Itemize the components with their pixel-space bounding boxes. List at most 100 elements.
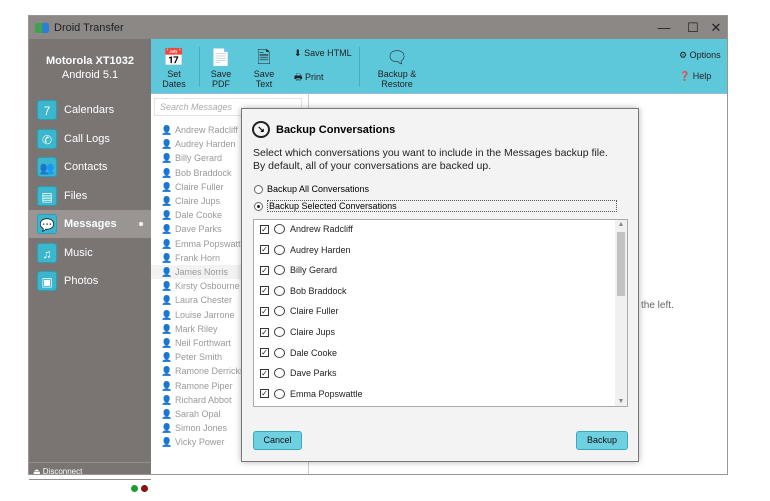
person-icon: 👤 [161, 366, 173, 377]
sidebar-item-photos[interactable]: ▣ Photos [29, 267, 151, 295]
sidebar-item-calendars[interactable]: 7 Calendars [29, 96, 151, 124]
save-pdf-label: Save PDF [210, 69, 232, 89]
checkbox-checked-icon[interactable]: ✓ [260, 389, 269, 399]
pdf-icon: 📄 [210, 48, 232, 67]
battery-icon [33, 485, 45, 492]
person-icon: 👤 [161, 323, 173, 334]
scrollbar-thumb[interactable] [617, 232, 625, 296]
photos-icon: ▣ [37, 271, 57, 291]
scroll-down-icon[interactable]: ▼ [615, 398, 627, 405]
contact-name: Richard Abbot [175, 394, 232, 405]
chat-bubble-icon [274, 265, 285, 276]
status-red-icon [141, 485, 148, 492]
set-dates-button[interactable]: 📅 Set Dates [155, 47, 193, 89]
sidebar-item-messages[interactable]: 💬 Messages [29, 210, 151, 238]
battery-level: 70% [47, 484, 64, 493]
conversation-checkbox-row[interactable]: ✓ Dave Parks [260, 363, 337, 383]
toolbar: 📅 Set Dates 📄 Save PDF 🗎 Save Text ⬇ Save H… [151, 39, 727, 94]
person-icon: 👤 [161, 394, 173, 405]
save-text-label: Save Text [253, 69, 275, 89]
checkbox-checked-icon[interactable]: ✓ [260, 286, 269, 296]
conversation-checkbox-row[interactable]: ✓ Bob Braddock [260, 281, 347, 301]
sidebar-item-label: Call Logs [64, 132, 110, 145]
window-title: Droid Transfer [54, 21, 124, 34]
radio-backup-all[interactable]: Backup All Conversations [254, 184, 369, 194]
save-text-button[interactable]: 🗎 Save Text [245, 47, 283, 89]
cancel-button[interactable]: Cancel [253, 431, 302, 450]
contact-name: Ramone Derricks [175, 366, 245, 377]
contact-name: James Norris [175, 267, 229, 277]
chat-bubble-icon [274, 285, 285, 296]
help-button[interactable]: ❓ Help [679, 71, 711, 82]
scrollbar[interactable]: ▲ ▼ [615, 220, 627, 406]
options-label: Options [689, 50, 721, 60]
person-icon: 👤 [161, 210, 173, 221]
sidebar-item-call-logs[interactable]: ✆ Call Logs [29, 125, 151, 153]
sidebar-item-label: Files [64, 189, 88, 202]
contact-name: Andrew Radcliff [175, 125, 238, 135]
checkbox-checked-icon[interactable]: ✓ [260, 224, 269, 234]
printer-icon: 🖶 [294, 72, 303, 82]
divider [359, 47, 360, 87]
conversation-name: Dale Cooke [290, 347, 338, 358]
contact-name: Sarah Opal [175, 409, 221, 419]
sidebar-item-music[interactable]: ♫ Music [29, 239, 151, 267]
radio-checked-icon [254, 201, 263, 211]
scroll-up-icon[interactable]: ▲ [615, 221, 627, 228]
conversation-checkbox-row[interactable]: ✓ Audrey Harden [260, 240, 351, 260]
backup-restore-label: Backup & Restore [377, 69, 417, 89]
person-icon: 👤 [161, 125, 173, 135]
backup-restore-button[interactable]: 🗨 Backup & Restore [361, 47, 433, 89]
person-icon: 👤 [161, 196, 173, 206]
checkbox-checked-icon[interactable]: ✓ [260, 368, 269, 378]
radio-backup-selected[interactable]: Backup Selected Conversations [254, 200, 617, 212]
sidebar-item-files[interactable]: ▤ Files [29, 182, 151, 210]
divider [199, 47, 200, 87]
disconnect-button[interactable]: ⏏ Disconnect [29, 462, 151, 480]
conversation-checkbox-row[interactable]: ✓ Emma Popswattle [260, 384, 363, 404]
contact-name: Dale Cooke [175, 210, 223, 221]
checkbox-checked-icon[interactable]: ✓ [260, 245, 269, 255]
person-icon: 👤 [161, 153, 173, 164]
selected-indicator [139, 222, 143, 226]
minimize-button[interactable]: — [649, 16, 679, 39]
backup-icon: 🗨 [386, 48, 408, 67]
close-button[interactable]: ✕ [701, 16, 731, 39]
options-button[interactable]: ⚙ Options [679, 50, 721, 61]
conversation-checkbox-row[interactable]: ✓ Andrew Radcliff [260, 220, 353, 239]
sidebar-item-contacts[interactable]: 👥 Contacts [29, 153, 151, 181]
checkbox-checked-icon[interactable]: ✓ [260, 327, 269, 337]
print-button[interactable]: 🖶 Print [294, 70, 324, 86]
contact-name: Kirsty Osbourne [175, 281, 240, 292]
save-html-label: Save HTML [304, 48, 352, 58]
save-pdf-button[interactable]: 📄 Save PDF [203, 47, 239, 89]
dialog-description: Select which conversations you want to i… [253, 147, 608, 172]
dialog-title: Backup Conversations [276, 123, 396, 136]
contact-name: Louise Jarrone [175, 309, 235, 320]
text-file-icon: 🗎 [257, 48, 271, 67]
app-logo-icon [35, 22, 49, 33]
chat-bubble-icon [274, 306, 285, 317]
conversation-name: Emma Popswattle [290, 388, 363, 399]
checkbox-checked-icon[interactable]: ✓ [260, 306, 269, 316]
music-icon: ♫ [37, 242, 57, 263]
checkbox-checked-icon[interactable]: ✓ [260, 265, 269, 275]
radio-label: Backup All Conversations [267, 184, 370, 194]
conversation-checkbox-row[interactable]: ✓ Dale Cooke [260, 343, 337, 363]
calendars-icon: 7 [37, 100, 57, 120]
sidebar: Motorola XT1032 Android 5.1 7 Calendars ✆ C… [29, 39, 151, 493]
conversation-checkbox-row[interactable]: ✓ Claire Jups [260, 322, 335, 342]
checkbox-checked-icon[interactable]: ✓ [260, 348, 269, 358]
title-bar: Droid Transfer — ☐ ✕ [29, 16, 727, 39]
contact-name: Peter Smith [175, 352, 223, 363]
save-html-button[interactable]: ⬇ Save HTML [294, 48, 352, 59]
conversation-checkbox-row[interactable]: ✓ Claire Fuller [260, 301, 339, 321]
backup-button[interactable]: Backup [576, 431, 628, 450]
conversation-checkbox-row[interactable]: ✓ Billy Gerard [260, 260, 337, 280]
chat-bubble-icon [274, 368, 285, 379]
contact-name: Ramone Piper [175, 380, 233, 391]
contact-name: Frank Horn [175, 252, 221, 263]
chat-bubble-icon [274, 244, 285, 255]
person-icon: 👤 [161, 267, 173, 277]
conversation-name: Dave Parks [290, 368, 337, 379]
